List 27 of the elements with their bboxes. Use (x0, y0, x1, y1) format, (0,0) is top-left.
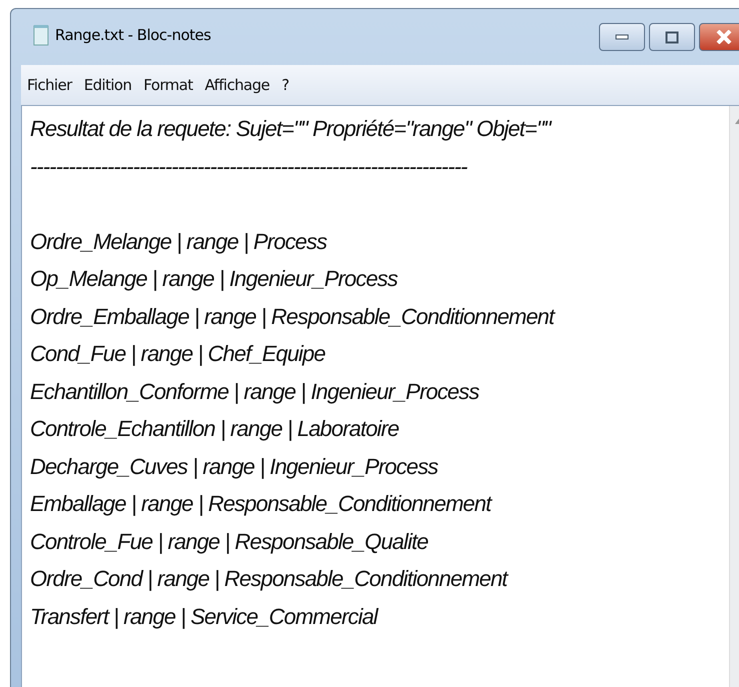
maximize-button[interactable] (649, 23, 695, 51)
result-line: Ordre_Cond | range | Responsable_Conditionnement (30, 565, 510, 593)
result-line: Controle_Fue | range | Responsable_Qualite (30, 528, 430, 556)
menu-item[interactable]: Edition (84, 76, 132, 94)
menu-item[interactable]: Fichier (27, 76, 72, 94)
query-header: Resultat de la requete: Sujet="" Propriété="range" Objet="" (30, 115, 553, 143)
result-line: Op_Melange | range | Ingenieur_Process (30, 265, 399, 293)
close-icon (716, 30, 732, 44)
text-area[interactable] (21, 105, 739, 687)
minimize-button[interactable] (599, 23, 645, 51)
result-line: Decharge_Cuves | range | Ingenieur_Process (30, 452, 439, 481)
result-line: Echantillon_Conforme | range | Ingenieur_Process (30, 378, 480, 406)
result-line: Ordre_Melange | range | Process (30, 228, 328, 256)
window-title: Range.txt - Bloc-notes (55, 26, 211, 44)
result-line: Emballage | range | Responsable_Conditionnement (30, 490, 494, 518)
notepad-icon (33, 24, 49, 46)
result-line: Transfert | range | Service_Commercial (30, 602, 380, 631)
close-button[interactable] (699, 23, 739, 51)
result-line: Ordre_Emballage | range | Responsable_Conditionnement (30, 302, 556, 331)
menu-item[interactable]: ? (282, 76, 289, 94)
menu-item[interactable]: Affichage (204, 76, 270, 94)
result-line: Controle_Echantillon | range | Laboratoire (30, 415, 400, 443)
result-line: Cond_Fue | range | Chef_Equipe (30, 340, 326, 368)
maximize-icon (665, 30, 679, 44)
separator-line: -------------------------------------------------------------------- (30, 152, 468, 180)
minimize-icon (615, 34, 629, 40)
menu-item[interactable]: Format (144, 76, 193, 94)
